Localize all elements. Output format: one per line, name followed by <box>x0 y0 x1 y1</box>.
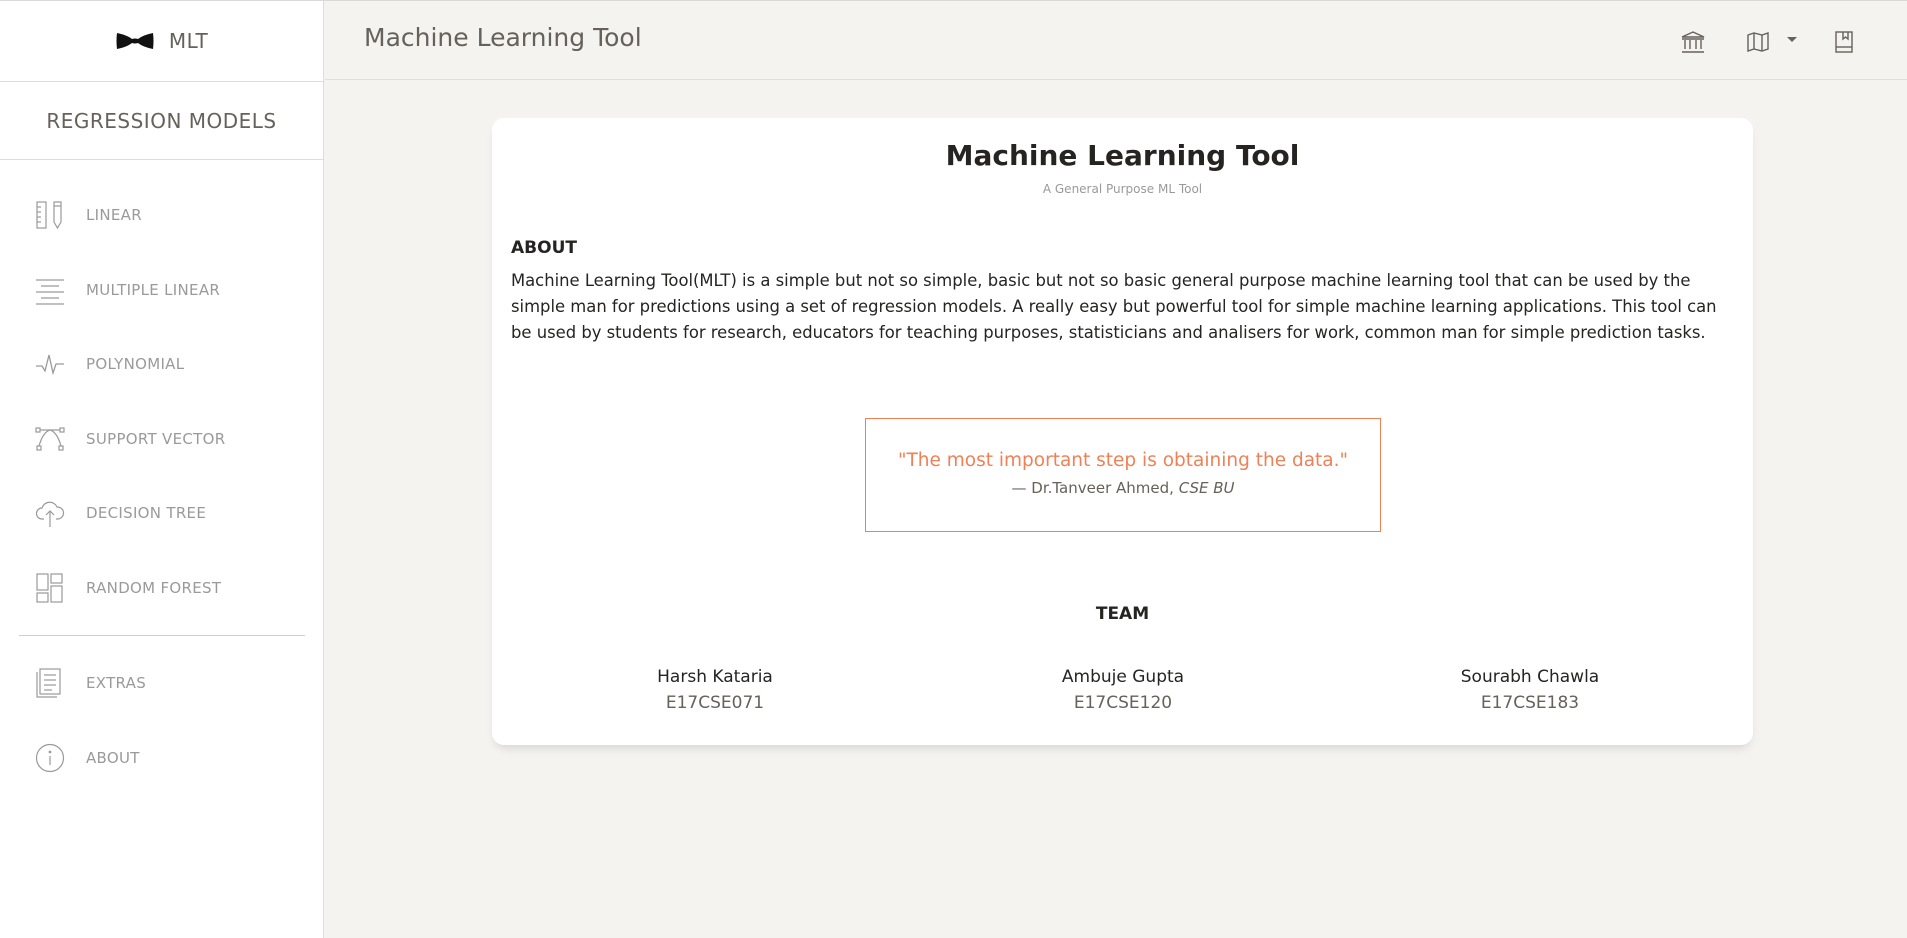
sidebar-item-label: MULTIPLE LINEAR <box>86 280 221 299</box>
quote-author: — Dr.Tanveer Ahmed, <box>1011 479 1174 497</box>
sidebar-item-polynomial[interactable]: POLYNOMIAL <box>0 327 323 402</box>
brand[interactable]: MLT <box>0 1 323 82</box>
topbar: Machine Learning Tool <box>325 1 1907 80</box>
sidebar-item-label: RANDOM FOREST <box>86 578 222 597</box>
sidebar: MLT REGRESSION MODELS LINEAR MULTIPLE LI… <box>0 1 324 938</box>
team-member: Harsh Kataria E17CSE071 <box>565 664 865 716</box>
sidebar-item-random-forest[interactable]: RANDOM FOREST <box>0 551 323 626</box>
sidebar-divider <box>19 635 305 636</box>
member-id: E17CSE183 <box>1480 693 1580 713</box>
bezier-curve-icon <box>34 423 66 455</box>
book-icon[interactable] <box>1830 29 1858 55</box>
sidebar-item-about[interactable]: ABOUT <box>0 721 323 796</box>
quote-box: "The most important step is obtaining th… <box>865 418 1381 532</box>
sidebar-item-multiple-linear[interactable]: MULTIPLE LINEAR <box>0 253 323 328</box>
pulse-icon <box>34 348 66 380</box>
bank-icon[interactable] <box>1679 29 1707 55</box>
sidebar-extra-nav: EXTRAS ABOUT <box>0 646 323 795</box>
sidebar-item-decision-tree[interactable]: DECISION TREE <box>0 476 323 551</box>
sidebar-item-label: LINEAR <box>86 206 142 225</box>
sidebar-item-label: DECISION TREE <box>86 504 207 523</box>
team-member: Ambuje Gupta E17CSE120 <box>973 664 1273 716</box>
team-member: Sourabh Chawla E17CSE183 <box>1380 664 1680 716</box>
member-name: Ambuje Gupta <box>1061 667 1185 687</box>
sidebar-item-linear[interactable]: LINEAR <box>0 178 323 253</box>
ruler-pencil-icon <box>34 199 66 231</box>
about-heading: ABOUT <box>511 238 577 258</box>
about-card: Machine Learning Tool A General Purpose … <box>492 118 1753 745</box>
sidebar-item-label: POLYNOMIAL <box>86 355 185 374</box>
quote-text: "The most important step is obtaining th… <box>897 450 1349 471</box>
map-icon[interactable] <box>1744 29 1772 55</box>
sidebar-item-support-vector[interactable]: SUPPORT VECTOR <box>0 402 323 477</box>
member-name: Sourabh Chawla <box>1460 667 1600 687</box>
sidebar-item-extras[interactable]: EXTRAS <box>0 646 323 721</box>
team-heading: TEAM <box>1095 604 1150 624</box>
member-name: Harsh Kataria <box>657 667 773 687</box>
chevron-down-icon[interactable] <box>1787 37 1797 42</box>
member-id: E17CSE071 <box>665 693 765 713</box>
sidebar-item-label: ABOUT <box>86 748 140 767</box>
page-title: Machine Learning Tool <box>364 23 642 52</box>
card-title: Machine Learning Tool <box>945 139 1300 172</box>
quote-source: — Dr.Tanveer Ahmed, CSE BU <box>866 479 1380 497</box>
about-text: Machine Learning Tool(MLT) is a simple b… <box>511 271 1717 342</box>
brand-name: MLT <box>168 29 209 53</box>
info-icon <box>34 742 66 774</box>
bowtie-icon <box>115 31 155 51</box>
sidebar-item-label: EXTRAS <box>86 674 147 693</box>
sidebar-item-label: SUPPORT VECTOR <box>86 429 226 448</box>
quote-affiliation: CSE BU <box>1178 479 1235 497</box>
cloud-upload-icon <box>34 497 66 529</box>
align-center-icon <box>34 274 66 306</box>
layout-grid-icon <box>34 572 66 604</box>
card-subtitle: A General Purpose ML Tool <box>1042 182 1203 196</box>
document-icon <box>34 667 66 699</box>
sidebar-section-title: REGRESSION MODELS <box>0 82 323 160</box>
sidebar-nav: LINEAR MULTIPLE LINEAR POLYNOMIAL SUPPOR… <box>0 160 323 625</box>
member-id: E17CSE120 <box>1073 693 1173 713</box>
